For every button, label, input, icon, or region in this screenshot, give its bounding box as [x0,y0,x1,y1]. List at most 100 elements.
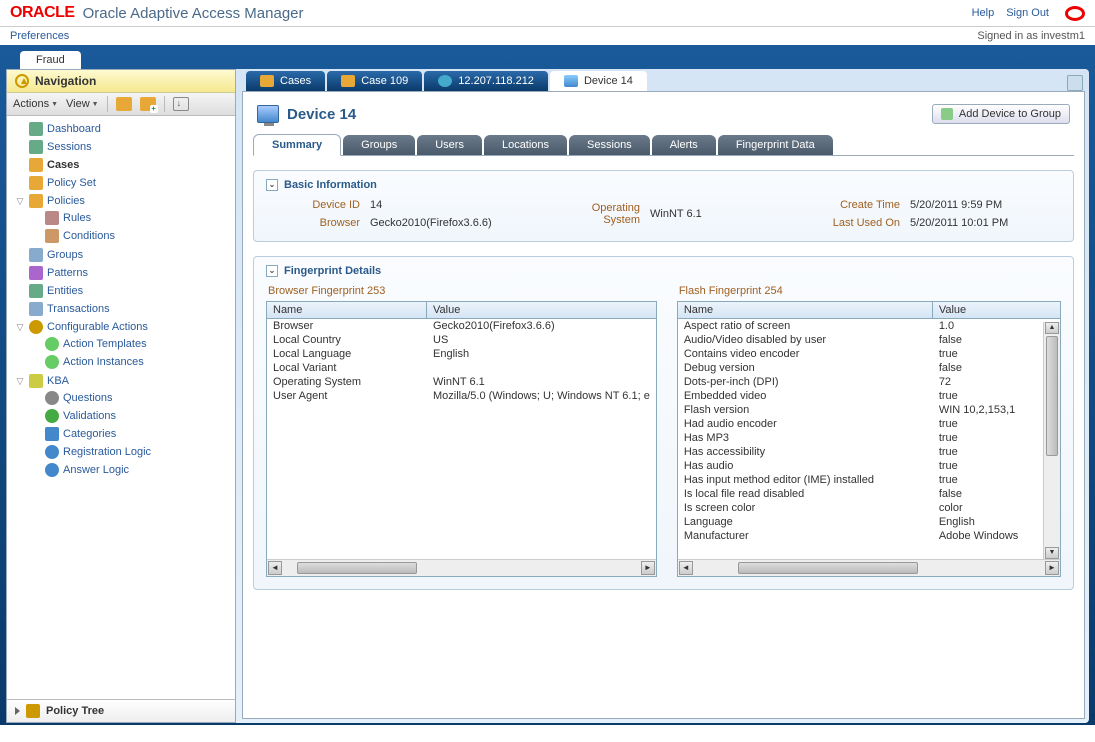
tree-groups[interactable]: Groups [11,247,235,263]
patterns-icon [29,266,43,280]
tree-registration-logic[interactable]: Registration Logic [27,444,235,460]
scroll-left-icon[interactable]: ◄ [268,561,282,575]
tab-case-109[interactable]: Case 109 [327,71,422,91]
scroll-thumb[interactable] [297,562,417,574]
table-row: Contains video encodertrue [678,347,1043,361]
table-row: Flash versionWIN 10,2,153,1 [678,403,1043,417]
tree-kba[interactable]: ▽KBA [11,373,235,389]
scroll-right-icon[interactable]: ► [1045,561,1059,575]
cell-value: true [933,431,1043,445]
cell-value: true [933,417,1043,431]
cell-name: Had audio encoder [678,417,933,431]
collapse-icon[interactable]: ⌄ [266,179,278,191]
cell-value: true [933,347,1043,361]
tree-rules[interactable]: Rules [27,210,235,226]
flash-fp-rows: Aspect ratio of screen1.0Audio/Video dis… [678,319,1060,559]
tree-action-templates[interactable]: Action Templates [27,336,235,352]
conditions-icon [45,229,59,243]
plus-icon [941,108,953,120]
tab-fraud[interactable]: Fraud [20,51,81,69]
tree-patterns[interactable]: Patterns [11,265,235,281]
scroll-up-icon[interactable]: ▲ [1045,322,1059,334]
tree-questions[interactable]: Questions [27,390,235,406]
tree-conditions[interactable]: Conditions [27,228,235,244]
browser-fingerprint-column: Browser Fingerprint 253 Name Value Brows… [266,285,657,577]
validations-icon [45,409,59,423]
subtab-groups[interactable]: Groups [343,135,415,155]
oracle-logo: ORACLE [10,4,75,22]
toolbar-separator [164,96,165,112]
tree-sessions[interactable]: Sessions [11,139,235,155]
cell-name: Local Country [267,333,427,347]
scroll-thumb[interactable] [738,562,918,574]
subtab-summary[interactable]: Summary [253,134,341,156]
cell-value: Mozilla/5.0 (Windows; U; Windows NT 6.1;… [427,389,656,403]
basic-info-panel: ⌄ Basic Information Device ID 14 Operati… [253,170,1074,242]
top-tabs: Cases Case 109 12.207.118.212 Device 14 [242,69,1089,91]
tree-transactions[interactable]: Transactions [11,301,235,317]
collapse-icon[interactable]: ⌄ [266,265,278,277]
tree-action-instances[interactable]: Action Instances [27,354,235,370]
tree-answer-logic[interactable]: Answer Logic [27,462,235,478]
signed-in-label: Signed in as investm1 [977,30,1085,42]
content-area: Cases Case 109 12.207.118.212 Device 14 … [242,69,1089,723]
scroll-down-icon[interactable]: ▼ [1045,547,1059,559]
cell-value: true [933,389,1043,403]
scroll-thumb[interactable] [1046,336,1058,456]
cell-value: WinNT 6.1 [427,375,656,389]
oracle-o-icon [1065,6,1085,21]
subtab-alerts[interactable]: Alerts [652,135,716,155]
preferences-link[interactable]: Preferences [10,30,69,42]
cell-name: Has accessibility [678,445,933,459]
horizontal-scrollbar[interactable]: ◄ ► [678,559,1060,576]
cell-name: Flash version [678,403,933,417]
sub-header: Preferences Signed in as investm1 [0,27,1095,45]
sign-out-link[interactable]: Sign Out [1006,7,1049,19]
tree-cases[interactable]: Cases [11,157,235,173]
tree-policies[interactable]: ▽Policies [11,193,235,209]
subtab-locations[interactable]: Locations [484,135,567,155]
actions-menu[interactable]: Actions▼ [13,98,58,110]
toolbar-separator [107,96,108,112]
col-value: Value [427,302,656,318]
tree-dashboard[interactable]: Dashboard [11,121,235,137]
policy-set-icon [29,176,43,190]
os-value: WinNT 6.1 [650,208,800,220]
cell-name: Embedded video [678,389,933,403]
scroll-right-icon[interactable]: ► [641,561,655,575]
tab-device-14[interactable]: Device 14 [550,71,647,91]
navigation-title: Navigation [35,74,96,88]
cases-icon [29,158,43,172]
tab-list-icon[interactable] [1067,75,1083,91]
help-link[interactable]: Help [972,7,995,19]
registration-logic-icon [45,445,59,459]
device-icon [564,75,578,87]
cell-name: Dots-per-inch (DPI) [678,375,933,389]
subtab-fingerprint-data[interactable]: Fingerprint Data [718,135,833,155]
cell-name: Local Language [267,347,427,361]
scroll-left-icon[interactable]: ◄ [679,561,693,575]
browser-value: Gecko2010(Firefox3.6.6) [370,217,550,229]
tree-categories[interactable]: Categories [27,426,235,442]
table-row: Dots-per-inch (DPI)72 [678,375,1043,389]
tree-configurable-actions[interactable]: ▽Configurable Actions [11,319,235,335]
add-device-to-group-button[interactable]: Add Device to Group [932,104,1070,124]
horizontal-scrollbar[interactable]: ◄ ► [267,559,656,576]
download-icon[interactable] [173,97,189,111]
cell-name: User Agent [267,389,427,403]
subtab-users[interactable]: Users [417,135,482,155]
tree-entities[interactable]: Entities [11,283,235,299]
table-row: Local Variant [267,361,656,375]
subtab-sessions[interactable]: Sessions [569,135,650,155]
tab-cases[interactable]: Cases [246,71,325,91]
tab-ip[interactable]: 12.207.118.212 [424,71,548,91]
policy-tree-toggle[interactable]: Policy Tree [7,699,235,722]
dashboard-icon [29,122,43,136]
create-time-label: Create Time [810,199,900,211]
new-folder-icon[interactable] [140,97,156,111]
open-folder-icon[interactable] [116,97,132,111]
view-menu[interactable]: View▼ [66,98,99,110]
tree-policy-set[interactable]: Policy Set [11,175,235,191]
tree-validations[interactable]: Validations [27,408,235,424]
vertical-scrollbar[interactable]: ▲ ▼ [1043,322,1060,559]
